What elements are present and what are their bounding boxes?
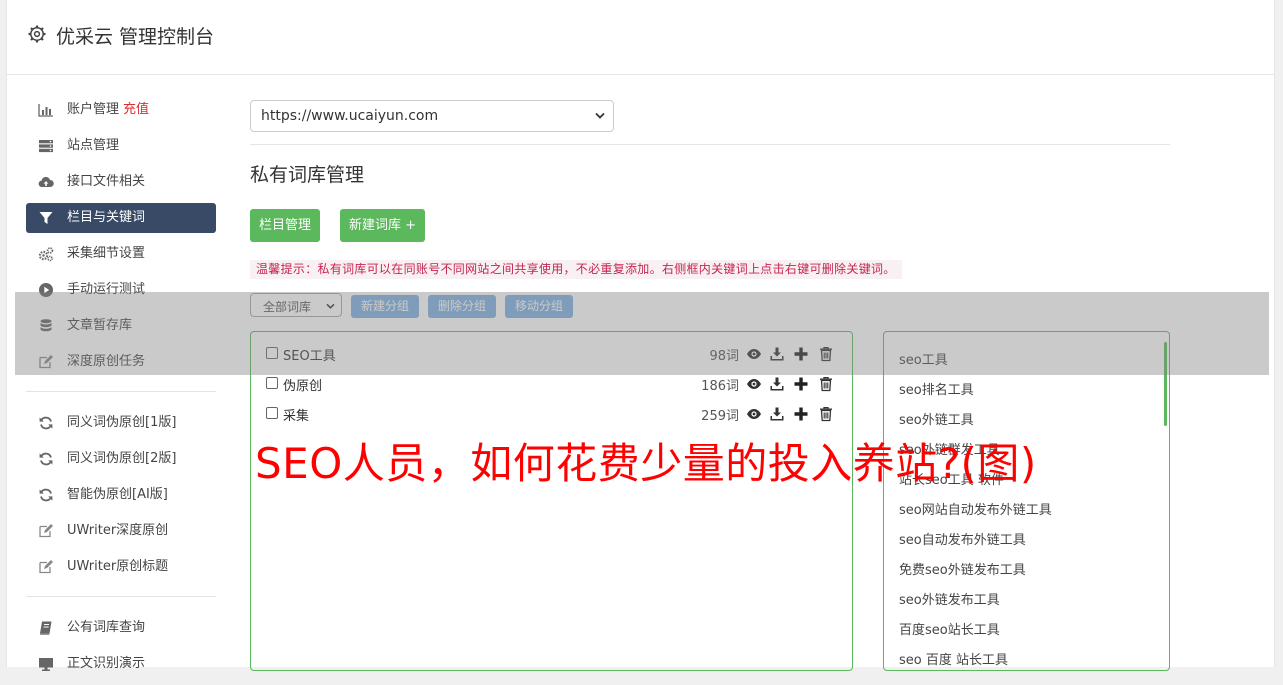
cloud-upload-icon: [38, 176, 54, 188]
list-item[interactable]: 伪原创 186词: [266, 373, 841, 395]
book-icon: [40, 621, 52, 635]
new-library-button[interactable]: 新建词库 +: [340, 209, 426, 242]
plus-icon[interactable]: [793, 376, 809, 392]
sidebar-item-label: UWriter原创标题: [67, 559, 169, 574]
keyword-list: seo工具 seo排名工具 seo外链工具 seo外链群发工具 站长seo工具 …: [883, 331, 1170, 671]
divider: [250, 144, 1170, 145]
plus-icon[interactable]: [793, 406, 809, 422]
keyword-item[interactable]: seo 百度 站长工具: [899, 649, 1008, 668]
gears-icon: [38, 247, 54, 262]
sidebar-item-label: 同义词伪原创[1版]: [67, 415, 177, 430]
sidebar-item-label: 正文识别演示: [67, 656, 146, 671]
sidebar-item-label: 采集细节设置: [67, 246, 146, 261]
recharge-link[interactable]: 充值: [123, 102, 149, 117]
keyword-item[interactable]: 免费seo外链发布工具: [899, 559, 1026, 578]
site-select[interactable]: https://www.ucaiyun.com: [250, 100, 614, 132]
gray-overlay-band: [15, 292, 1269, 375]
refresh-icon: [39, 416, 53, 430]
trash-icon[interactable]: [818, 376, 834, 392]
edit-icon: [39, 524, 53, 538]
sidebar-item-label: 账户管理: [67, 102, 120, 117]
sidebar-item-label: 同义词伪原创[2版]: [67, 451, 177, 466]
library-count: 259词: [701, 409, 739, 424]
sidebar-item-label: 接口文件相关: [67, 174, 146, 189]
sidebar-item-collect-settings[interactable]: 采集细节设置: [26, 239, 216, 269]
sidebar-item-sites[interactable]: 站点管理: [26, 131, 216, 161]
keyword-item[interactable]: seo自动发布外链工具: [899, 529, 1026, 548]
sidebar-item-label: 公有词库查询: [67, 620, 146, 635]
sidebar-item-synonym-v2[interactable]: 同义词伪原创[2版]: [26, 444, 216, 474]
library-list: SEO工具 98词 伪原创 186词 采集 259词: [250, 331, 853, 671]
refresh-icon: [39, 488, 53, 502]
keyword-item[interactable]: seo网站自动发布外链工具: [899, 499, 1052, 518]
download-icon[interactable]: [769, 376, 785, 392]
server-icon: [39, 140, 53, 153]
sidebar-divider: [26, 391, 216, 392]
app-title: 优采云 管理控制台: [56, 26, 215, 48]
library-checkbox[interactable]: [266, 377, 278, 389]
keyword-item[interactable]: 百度seo站长工具: [899, 619, 1000, 638]
sidebar-divider: [26, 596, 216, 597]
eye-icon[interactable]: [746, 376, 762, 392]
sidebar-item-account[interactable]: 账户管理 充值: [26, 95, 216, 125]
monitor-icon: [39, 658, 53, 671]
keyword-item[interactable]: seo外链发布工具: [899, 589, 1000, 608]
sidebar-item-label: 智能伪原创[AI版]: [67, 487, 168, 502]
page-title: 私有词库管理: [250, 164, 365, 186]
article-headline: SEO人员，如何花费少量的投入养站?(图): [255, 439, 1037, 488]
sidebar-item-interface-files[interactable]: 接口文件相关: [26, 167, 216, 197]
sidebar-item-text-recognition[interactable]: 正文识别演示: [26, 649, 216, 679]
sidebar-item-ai-rewrite[interactable]: 智能伪原创[AI版]: [26, 480, 216, 510]
download-icon[interactable]: [769, 406, 785, 422]
header-bar: 优采云 管理控制台: [7, 0, 1274, 75]
filter-icon: [39, 212, 53, 224]
sidebar: 账户管理 充值 站点管理 接口文件相关 栏目与关键词 采集细节设置 手动运行测试 …: [26, 95, 216, 685]
gear-icon: [28, 25, 46, 43]
library-name: 伪原创: [283, 379, 323, 394]
refresh-icon: [39, 452, 53, 466]
trash-icon[interactable]: [818, 406, 834, 422]
sidebar-item-public-lib[interactable]: 公有词库查询: [26, 613, 216, 643]
sidebar-item-synonym-v1[interactable]: 同义词伪原创[1版]: [26, 408, 216, 438]
sidebar-item-uwriter-deep[interactable]: UWriter深度原创: [26, 516, 216, 546]
eye-icon[interactable]: [746, 406, 762, 422]
library-count: 186词: [701, 379, 739, 394]
bar-chart-icon: [38, 104, 53, 117]
keyword-item[interactable]: seo外链工具: [899, 409, 974, 428]
sidebar-item-label: UWriter深度原创: [67, 523, 169, 538]
library-checkbox[interactable]: [266, 407, 278, 419]
sidebar-item-label: 栏目与关键词: [67, 210, 146, 225]
library-name: 采集: [283, 409, 310, 424]
sidebar-item-columns-keywords[interactable]: 栏目与关键词: [26, 203, 216, 233]
tip-text: 温馨提示：私有词库可以在同账号不同网站之间共享使用，不必重复添加。右侧框内关键词…: [250, 260, 902, 279]
list-item[interactable]: 采集 259词: [266, 403, 841, 425]
column-manage-button[interactable]: 栏目管理: [250, 209, 321, 242]
keyword-item[interactable]: seo排名工具: [899, 379, 974, 398]
sidebar-item-label: 站点管理: [67, 138, 120, 153]
edit-icon: [39, 560, 53, 574]
chevron-down-icon: [595, 112, 605, 119]
site-select-value: https://www.ucaiyun.com: [261, 108, 439, 124]
sidebar-item-uwriter-title[interactable]: UWriter原创标题: [26, 552, 216, 582]
